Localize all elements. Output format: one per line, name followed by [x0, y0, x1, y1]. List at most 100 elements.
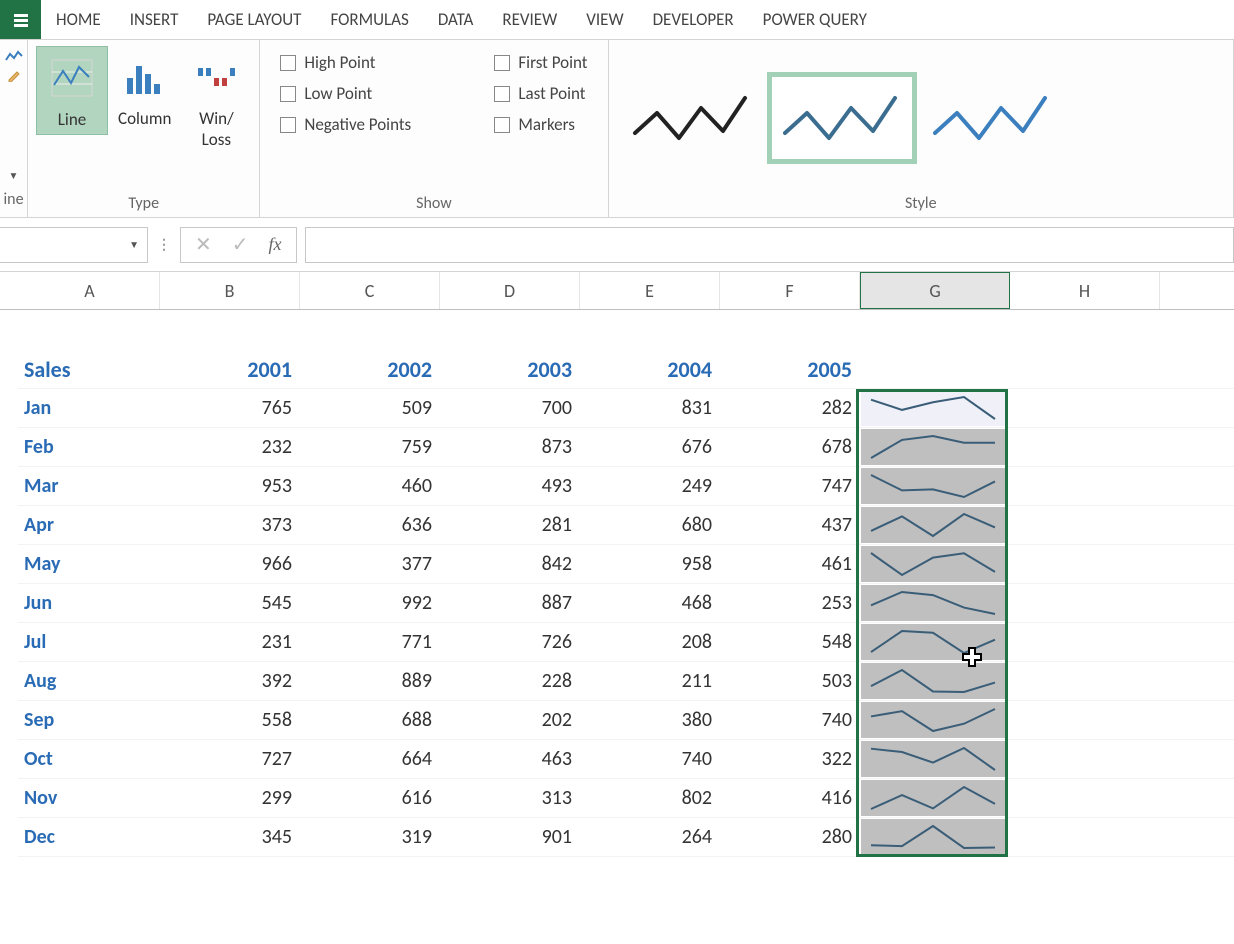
data-cell[interactable]: 416 [718, 786, 858, 810]
tab-home[interactable]: HOME [42, 0, 116, 39]
data-cell[interactable]: 319 [298, 825, 438, 849]
data-cell[interactable]: 281 [438, 513, 578, 537]
sparkline-cell[interactable] [861, 702, 1005, 738]
sparkline-style-2[interactable] [917, 72, 1067, 164]
name-box[interactable]: ▼ [0, 227, 148, 263]
sparkline-cell[interactable] [861, 390, 1005, 426]
tab-developer[interactable]: DEVELOPER [639, 0, 749, 39]
sparkline-cell[interactable] [861, 624, 1005, 660]
sparkline-cell[interactable] [861, 468, 1005, 504]
data-cell[interactable]: 264 [578, 825, 718, 849]
formula-input[interactable] [305, 227, 1234, 263]
data-cell[interactable]: 616 [298, 786, 438, 810]
column-header-H[interactable]: H [1010, 272, 1160, 309]
data-cell[interactable]: 231 [158, 630, 298, 654]
data-cell[interactable]: 373 [158, 513, 298, 537]
data-cell[interactable]: 958 [578, 552, 718, 576]
data-cell[interactable]: 747 [718, 474, 858, 498]
column-header-A[interactable]: A [20, 272, 160, 309]
data-cell[interactable]: 377 [298, 552, 438, 576]
data-cell[interactable]: 740 [578, 747, 718, 771]
tab-page-layout[interactable]: PAGE LAYOUT [193, 0, 316, 39]
data-cell[interactable]: 211 [578, 669, 718, 693]
data-cell[interactable]: 392 [158, 669, 298, 693]
data-cell[interactable]: 461 [718, 552, 858, 576]
data-cell[interactable]: 468 [578, 591, 718, 615]
checkbox-negative-points[interactable]: Negative Points [280, 114, 470, 135]
dropdown-icon[interactable]: ▼ [9, 169, 19, 182]
sparkline-type-column[interactable]: Column [108, 46, 181, 133]
data-cell[interactable]: 727 [158, 747, 298, 771]
data-cell[interactable]: 688 [298, 708, 438, 732]
data-cell[interactable]: 202 [438, 708, 578, 732]
checkbox-low-point[interactable]: Low Point [280, 83, 470, 104]
sparkline-cell[interactable] [861, 585, 1005, 621]
column-header-D[interactable]: D [440, 272, 580, 309]
sparkline-style-0[interactable] [617, 72, 767, 164]
fx-icon[interactable]: fx [269, 234, 282, 255]
data-cell[interactable]: 765 [158, 396, 298, 420]
column-header-B[interactable]: B [160, 272, 300, 309]
tab-view[interactable]: VIEW [572, 0, 638, 39]
data-cell[interactable]: 282 [718, 396, 858, 420]
sparkline-cell[interactable] [861, 546, 1005, 582]
checkbox-first-point[interactable]: First Point [494, 52, 587, 73]
formula-bar-grip[interactable]: ⋮ [156, 236, 172, 253]
tab-insert[interactable]: INSERT [116, 0, 194, 39]
data-cell[interactable]: 493 [438, 474, 578, 498]
sparkline-cell[interactable] [861, 663, 1005, 699]
data-cell[interactable]: 873 [438, 435, 578, 459]
data-cell[interactable]: 345 [158, 825, 298, 849]
data-cell[interactable]: 437 [718, 513, 858, 537]
sparkline-cell[interactable] [861, 507, 1005, 543]
data-cell[interactable]: 802 [578, 786, 718, 810]
data-cell[interactable]: 887 [438, 591, 578, 615]
data-cell[interactable]: 280 [718, 825, 858, 849]
data-cell[interactable]: 558 [158, 708, 298, 732]
data-cell[interactable]: 676 [578, 435, 718, 459]
column-header-E[interactable]: E [580, 272, 720, 309]
data-cell[interactable]: 548 [718, 630, 858, 654]
data-cell[interactable]: 966 [158, 552, 298, 576]
data-cell[interactable]: 953 [158, 474, 298, 498]
data-cell[interactable]: 740 [718, 708, 858, 732]
data-cell[interactable]: 503 [718, 669, 858, 693]
data-cell[interactable]: 680 [578, 513, 718, 537]
tab-formulas[interactable]: FORMULAS [316, 0, 423, 39]
checkbox-high-point[interactable]: High Point [280, 52, 470, 73]
enter-icon[interactable]: ✓ [232, 232, 249, 257]
file-tab[interactable] [0, 0, 42, 39]
data-cell[interactable]: 228 [438, 669, 578, 693]
cancel-icon[interactable]: ✕ [195, 232, 212, 257]
sparkline-type-line[interactable]: Line [36, 46, 108, 135]
data-cell[interactable]: 889 [298, 669, 438, 693]
data-cell[interactable]: 700 [438, 396, 578, 420]
worksheet-grid[interactable]: Sales 20012002200320042005 Jan7655097008… [0, 310, 1234, 857]
sparkline-type-winloss[interactable]: Win/ Loss [181, 46, 251, 154]
column-header-C[interactable]: C [300, 272, 440, 309]
checkbox-last-point[interactable]: Last Point [494, 83, 585, 104]
data-cell[interactable]: 249 [578, 474, 718, 498]
data-cell[interactable]: 545 [158, 591, 298, 615]
data-cell[interactable]: 509 [298, 396, 438, 420]
data-cell[interactable]: 380 [578, 708, 718, 732]
checkbox-markers[interactable]: Markers [494, 114, 575, 135]
column-header-F[interactable]: F [720, 272, 860, 309]
data-cell[interactable]: 664 [298, 747, 438, 771]
tab-review[interactable]: REVIEW [488, 0, 572, 39]
data-cell[interactable]: 463 [438, 747, 578, 771]
data-cell[interactable]: 831 [578, 396, 718, 420]
data-cell[interactable]: 460 [298, 474, 438, 498]
sparkline-cell[interactable] [861, 741, 1005, 777]
data-cell[interactable]: 992 [298, 591, 438, 615]
data-cell[interactable]: 842 [438, 552, 578, 576]
data-cell[interactable]: 322 [718, 747, 858, 771]
data-cell[interactable]: 208 [578, 630, 718, 654]
data-cell[interactable]: 759 [298, 435, 438, 459]
tab-data[interactable]: DATA [424, 0, 489, 39]
data-cell[interactable]: 678 [718, 435, 858, 459]
name-box-dropdown-icon[interactable]: ▼ [129, 238, 139, 251]
data-cell[interactable]: 901 [438, 825, 578, 849]
data-cell[interactable]: 253 [718, 591, 858, 615]
data-cell[interactable]: 636 [298, 513, 438, 537]
